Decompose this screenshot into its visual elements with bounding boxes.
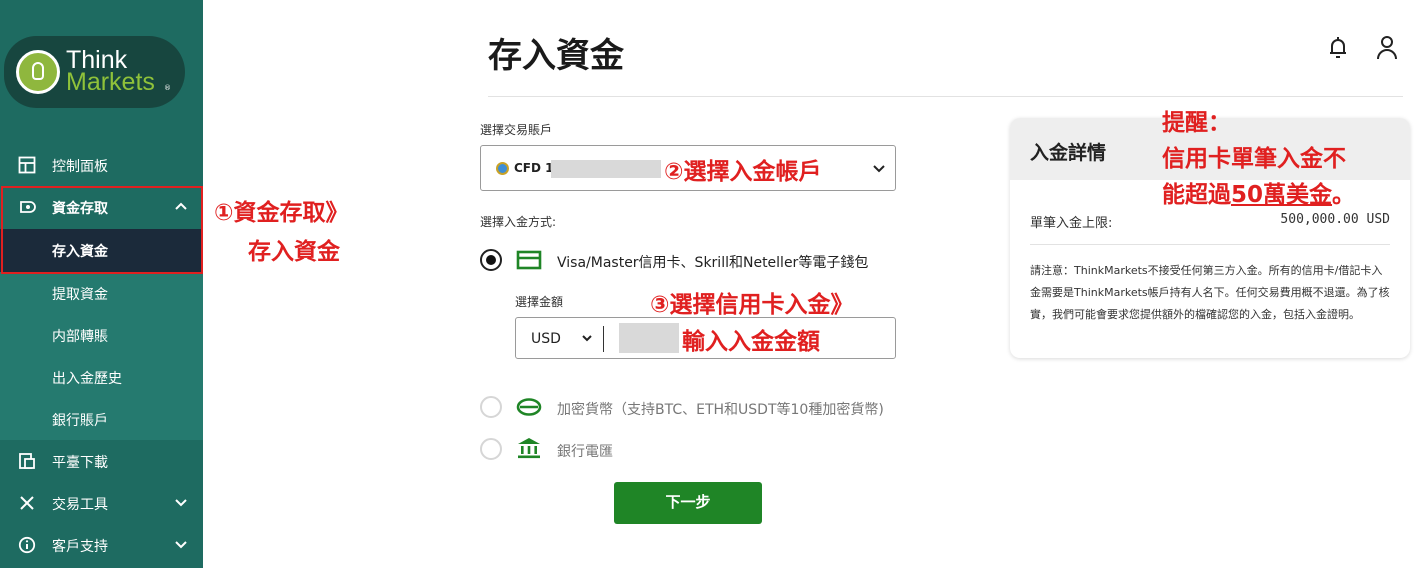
sidebar-item-label: 銀行賬戶 bbox=[52, 413, 108, 429]
annotation-step3: ③選擇信用卡入金》 bbox=[650, 292, 854, 318]
annotation-reminder-title: 提醒： bbox=[1162, 110, 1231, 136]
card-notice-text: 請注意：ThinkMarkets不接受任何第三方入金。所有的信用卡/借記卡入金需… bbox=[1030, 264, 1390, 321]
logo-registered: ® bbox=[164, 84, 171, 92]
sidebar-item-label: 控制面板 bbox=[52, 159, 108, 175]
app-frame: Think Markets ® 控制面板 資金存取 存入資金 提取資金 内部轉賬… bbox=[0, 0, 1420, 568]
method-label-card: Visa/Master信用卡、Skrill和Neteller等電子錢包 bbox=[557, 255, 869, 271]
logo-text-markets: Markets bbox=[66, 68, 155, 96]
sidebar-item-label: 出入金歷史 bbox=[52, 371, 122, 387]
sidebar-item-label: 交易工具 bbox=[52, 497, 108, 513]
sidebar: Think Markets ® 控制面板 資金存取 存入資金 提取資金 内部轉賬… bbox=[0, 0, 203, 568]
sidebar-item-dashboard[interactable]: 控制面板 bbox=[0, 144, 203, 186]
bank-icon bbox=[518, 438, 540, 459]
amount-label: 選擇金額 bbox=[515, 295, 564, 309]
redaction-mask bbox=[551, 160, 661, 178]
account-flag-icon bbox=[496, 162, 509, 175]
card-divider bbox=[1030, 244, 1390, 245]
sidebar-item-bank-account[interactable]: 銀行賬戶 bbox=[0, 398, 203, 440]
brand-logo[interactable]: Think Markets ® bbox=[4, 36, 185, 108]
chevron-down-icon bbox=[582, 335, 592, 342]
lightbulb-icon bbox=[16, 50, 60, 94]
method-label-bank: 銀行電匯 bbox=[557, 444, 613, 460]
input-separator bbox=[603, 326, 604, 352]
sidebar-item-internal-transfer[interactable]: 内部轉賬 bbox=[0, 314, 203, 356]
chevron-down-icon[interactable] bbox=[174, 537, 188, 551]
method-radio-card[interactable] bbox=[480, 249, 502, 271]
method-radio-bank[interactable] bbox=[480, 438, 502, 460]
deposit-limit-label: 單筆入金上限: bbox=[1030, 216, 1113, 231]
header-divider bbox=[488, 96, 1403, 97]
annotation-step1-line1: ①資金存取》 bbox=[214, 200, 349, 226]
annotation-step1-line2: 存入資金 bbox=[248, 239, 340, 265]
deposit-method-label: 選擇入金方式: bbox=[480, 215, 557, 229]
annotation-highlight-box bbox=[1, 186, 203, 274]
sidebar-item-label: 客戶支持 bbox=[52, 539, 108, 555]
sidebar-item-label: 提取資金 bbox=[52, 287, 108, 303]
account-select-value: CFD 1 bbox=[514, 161, 554, 175]
bell-icon[interactable] bbox=[1327, 36, 1349, 60]
tools-icon bbox=[20, 496, 34, 510]
next-step-button[interactable]: 下一步 bbox=[614, 482, 762, 524]
annotation-reminder-suffix: 。 bbox=[1332, 182, 1356, 208]
annotation-step2: ②選擇入金帳戶 bbox=[664, 159, 822, 185]
sidebar-item-label: 平臺下載 bbox=[52, 455, 108, 471]
sidebar-item-label: 内部轉賬 bbox=[52, 329, 108, 345]
chevron-down-icon bbox=[873, 165, 885, 173]
account-select-label: 選擇交易賬戶 bbox=[480, 123, 553, 137]
annotation-step3-sub: 輸入入金金額 bbox=[682, 329, 820, 355]
user-icon[interactable] bbox=[1376, 35, 1398, 61]
dashboard-icon bbox=[18, 156, 36, 174]
annotation-reminder-amount: 50萬美金 bbox=[1231, 182, 1333, 208]
annotation-reminder-line2: 能超過50萬美金。 bbox=[1162, 175, 1355, 209]
method-radio-crypto[interactable] bbox=[480, 396, 502, 418]
deposit-limit-value: 500,000.00 USD bbox=[1280, 212, 1390, 227]
sidebar-item-withdraw[interactable]: 提取資金 bbox=[0, 272, 203, 314]
annotation-reminder-prefix: 能超過 bbox=[1162, 182, 1231, 208]
download-device-icon bbox=[19, 453, 35, 469]
sidebar-item-platform-download[interactable]: 平臺下載 bbox=[0, 440, 203, 482]
info-icon bbox=[18, 536, 36, 554]
sidebar-item-trading-tools[interactable]: 交易工具 bbox=[0, 482, 203, 524]
chevron-down-icon[interactable] bbox=[174, 495, 188, 509]
amount-input[interactable] bbox=[619, 323, 679, 353]
coin-icon bbox=[516, 398, 542, 416]
annotation-reminder-line1: 信用卡單筆入金不 bbox=[1162, 146, 1346, 172]
method-label-crypto: 加密貨幣（支持BTC、ETH和USDT等10種加密貨幣) bbox=[557, 402, 884, 418]
currency-select[interactable]: USD bbox=[531, 331, 561, 347]
sidebar-item-history[interactable]: 出入金歷史 bbox=[0, 356, 203, 398]
card-icon bbox=[516, 250, 542, 270]
sidebar-item-support[interactable]: 客戶支持 bbox=[0, 524, 203, 566]
page-title: 存入資金 bbox=[488, 36, 624, 76]
card-title: 入金詳情 bbox=[1030, 142, 1107, 164]
